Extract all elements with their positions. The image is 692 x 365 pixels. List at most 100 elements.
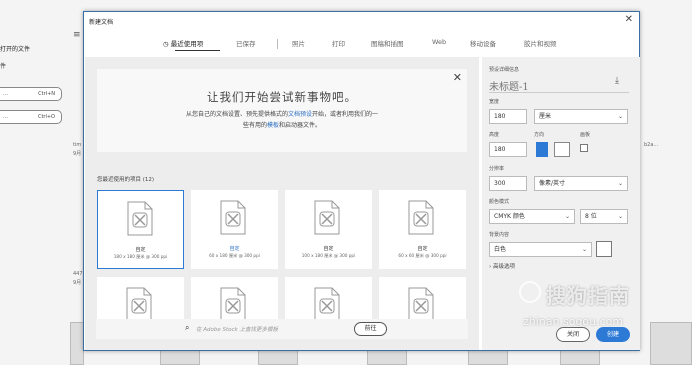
- open-shortcut: Ctrl+O: [37, 114, 55, 120]
- new-file-button[interactable]: … Ctrl+N: [0, 87, 62, 101]
- advanced-label: 高级选项: [492, 264, 515, 270]
- orientation-label: 方向: [534, 132, 545, 138]
- background-label: 背景内容: [489, 232, 510, 238]
- chevron-down-icon: ⌄: [617, 113, 623, 120]
- tab-web[interactable]: Web: [432, 38, 446, 46]
- watermark-url: zhinan.sogou.com: [523, 315, 624, 328]
- select-value: CMYK 颜色: [494, 213, 525, 220]
- welcome-banner: ✕ 让我们开始尝试新事物吧。 从您自己的文档设置、预先提供格式的文档预设开始，或…: [97, 69, 467, 152]
- background-select[interactable]: 白色 ⌄: [489, 242, 592, 257]
- banner-line-1: 从您自己的文档设置、预先提供格式的文档预设开始，或者利用我们的一: [97, 109, 467, 118]
- preset-card[interactable]: 自定 100 x 180 厘米 @ 300 ppi: [285, 190, 372, 269]
- details-section-label: 预设详细信息: [489, 67, 520, 73]
- preset-dims: 180 x 180 厘米 @ 300 ppi: [113, 254, 168, 259]
- select-value: 厘米: [539, 113, 552, 120]
- stock-search-input[interactable]: 在 Adobe Stock 上查找更多模板: [196, 325, 278, 333]
- preset-dims: 60 x 60 厘米 @ 300 ppi: [398, 253, 447, 258]
- color-mode-label: 颜色模式: [489, 199, 510, 205]
- preset-name: 自定: [229, 246, 240, 252]
- artboard-checkbox[interactable]: [580, 144, 588, 152]
- thumb-date: 9月: [73, 151, 82, 157]
- artboard-label: 画板: [580, 132, 591, 138]
- tab-art[interactable]: 图稿和插图: [371, 38, 404, 48]
- document-icon: [127, 201, 153, 236]
- color-mode-select[interactable]: CMYK 颜色 ⌄: [489, 209, 575, 224]
- open-file-button[interactable]: … Ctrl+O: [0, 110, 62, 124]
- tab-film[interactable]: 胶片和视频: [524, 38, 557, 48]
- chevron-right-icon: ›: [489, 264, 492, 270]
- preset-card[interactable]: 自定 60 x 60 厘米 @ 300 ppi: [379, 190, 466, 269]
- recent-files-sub: 件: [0, 63, 7, 70]
- thumb-label-right: b2a...: [644, 142, 659, 148]
- active-tab-indicator: [175, 50, 220, 51]
- preset-name: 自定: [323, 246, 334, 252]
- document-icon: [220, 200, 246, 235]
- templates-link[interactable]: 模板: [267, 122, 279, 129]
- hamburger-icon[interactable]: ≡: [73, 30, 81, 40]
- presets-panel: ✕ 让我们开始尝试新事物吧。 从您自己的文档设置、预先提供格式的文档预设开始，或…: [85, 57, 479, 350]
- watermark-text: 搜狗指南: [546, 284, 630, 308]
- document-icon: [408, 287, 434, 322]
- banner-text: 开始，或者利用我们的一: [312, 111, 379, 118]
- preset-card[interactable]: 自定 180 x 180 厘米 @ 300 ppi: [97, 190, 184, 269]
- tab-photo[interactable]: 照片: [292, 38, 305, 48]
- document-icon: [126, 287, 152, 322]
- new-shortcut: Ctrl+N: [38, 91, 55, 97]
- search-icon: ⌕: [185, 323, 190, 332]
- select-value: 像素/英寸: [539, 180, 566, 187]
- advanced-options-toggle[interactable]: › 高级选项: [489, 262, 515, 270]
- width-unit-select[interactable]: 厘米 ⌄: [534, 109, 628, 124]
- presets-link[interactable]: 文档预设: [288, 111, 312, 118]
- tab-saved[interactable]: 已保存: [236, 38, 256, 48]
- watermark-logo: [519, 281, 541, 303]
- preset-name: 自定: [417, 246, 428, 252]
- preset-card[interactable]: 自定 60 x 180 厘米 @ 300 ppi: [191, 190, 278, 269]
- select-value: 白色: [494, 246, 507, 253]
- recent-files-heading: 打开的文件: [0, 46, 31, 53]
- banner-text: 些有用的: [242, 122, 267, 129]
- thumb-date: 9月: [73, 280, 82, 286]
- dialog-title: 新建文档: [89, 19, 114, 26]
- go-button[interactable]: 前往: [354, 322, 387, 336]
- banner-line-2: 些有用的模板和启动器文件。: [97, 120, 467, 129]
- preset-dims: 60 x 180 厘米 @ 300 ppi: [209, 253, 260, 258]
- resolution-label: 分辨率: [489, 166, 505, 172]
- thumbnail-strip: [650, 322, 692, 365]
- height-label: 高度: [489, 132, 500, 138]
- tab-separator: [277, 39, 278, 49]
- document-name-input[interactable]: 未标题-1: [489, 78, 529, 93]
- bit-depth-select[interactable]: 8 位 ⌄: [580, 209, 628, 224]
- create-button[interactable]: 创建: [596, 327, 630, 342]
- width-label: 宽度: [489, 99, 500, 105]
- banner-headline: 让我们开始尝试新事物吧。: [207, 90, 357, 104]
- chevron-down-icon: ⌄: [564, 213, 570, 220]
- tab-recent[interactable]: ◷ 最近使用项: [163, 38, 203, 48]
- thumb-label: 447: [73, 271, 83, 277]
- width-input[interactable]: 180: [489, 109, 527, 124]
- portrait-orientation-button[interactable]: [536, 142, 548, 157]
- divider: [489, 92, 629, 93]
- recent-items-label: 您最近使用的项目 (12): [97, 177, 155, 183]
- resolution-input[interactable]: 300: [489, 176, 527, 191]
- banner-text: 和启动器文件。: [279, 122, 322, 129]
- banner-close-icon[interactable]: ✕: [453, 71, 462, 84]
- document-icon: [314, 287, 340, 322]
- close-icon[interactable]: ✕: [625, 14, 633, 25]
- preset-dims: 100 x 180 厘米 @ 300 ppi: [301, 253, 356, 258]
- chevron-down-icon: ⌄: [617, 180, 623, 187]
- document-icon: [220, 287, 246, 322]
- save-preset-icon[interactable]: ⤓: [615, 76, 619, 86]
- background-color-swatch[interactable]: [596, 241, 612, 257]
- preset-name: 自定: [135, 247, 146, 253]
- tab-mobile[interactable]: 移动设备: [470, 38, 496, 48]
- stock-search-bar: ⌕ 在 Adobe Stock 上查找更多模板 前往: [96, 319, 468, 339]
- height-input[interactable]: 180: [489, 142, 527, 157]
- resolution-unit-select[interactable]: 像素/英寸 ⌄: [534, 176, 628, 191]
- document-icon: [408, 200, 434, 235]
- chevron-down-icon: ⌄: [617, 213, 623, 220]
- clock-icon: ◷: [163, 40, 169, 48]
- tab-print[interactable]: 打印: [332, 38, 345, 48]
- document-icon: [314, 200, 340, 235]
- close-button[interactable]: 关闭: [556, 327, 590, 342]
- landscape-orientation-button[interactable]: [554, 142, 570, 157]
